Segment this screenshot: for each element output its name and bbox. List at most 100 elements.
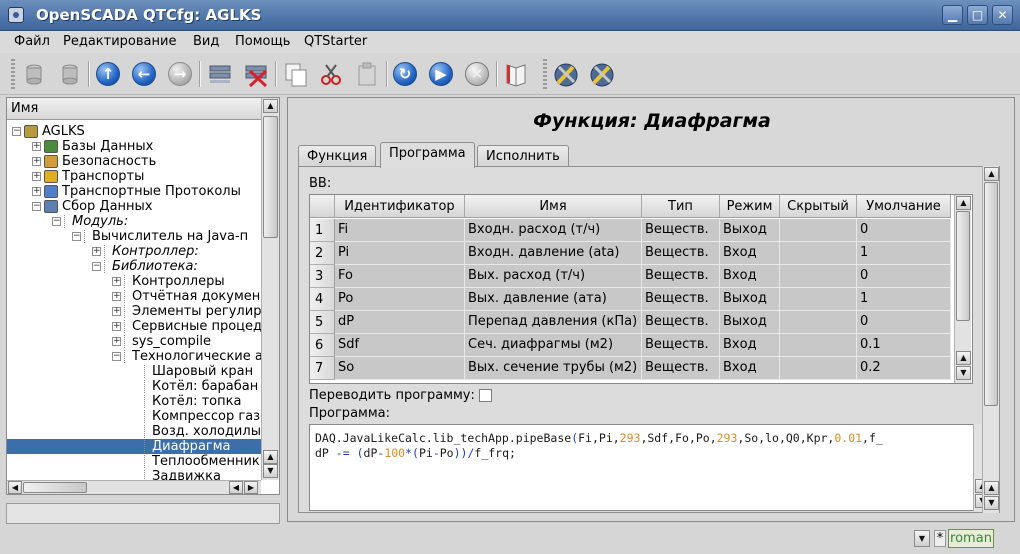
ui-module-button[interactable] (551, 59, 581, 89)
table-cell[interactable]: Входн. расход (т/ч) (465, 219, 642, 242)
tree-item[interactable]: Котёл: барабан (7, 379, 261, 394)
row-header[interactable]: 6 (310, 334, 335, 357)
expand-toggle-icon[interactable]: + (112, 292, 121, 301)
tab-program[interactable]: Программа (380, 142, 475, 168)
table-cell[interactable]: Вход (720, 357, 780, 380)
table-cell[interactable]: Выход (720, 288, 780, 311)
tree-item[interactable]: − Сбор Данных (7, 199, 261, 214)
table-cell[interactable] (780, 219, 857, 242)
tree-item[interactable]: + Отчётная докумен (7, 289, 261, 304)
tree-item[interactable]: Шаровый кран (7, 364, 261, 379)
table-cell[interactable]: Веществ. (642, 242, 720, 265)
table-cell[interactable]: Выход (720, 311, 780, 334)
manual-button[interactable] (501, 59, 531, 89)
table-cell[interactable]: dP (335, 311, 465, 334)
table-cell[interactable]: Fi (335, 219, 465, 242)
table-cell[interactable]: 0.1 (857, 334, 951, 357)
db-load-button[interactable] (19, 59, 49, 89)
scroll-up-button[interactable]: ▲ (956, 351, 971, 365)
dropdown-button[interactable]: ▼ (914, 530, 930, 547)
table-cell[interactable]: Вых. давление (ата) (465, 288, 642, 311)
tab-execute[interactable]: Исполнить (477, 145, 569, 167)
tab-function[interactable]: Функция (298, 145, 377, 167)
table-cell[interactable]: 0 (857, 311, 951, 334)
page-vertical-scrollbar[interactable]: ▲ ▲ ▼ (982, 166, 999, 513)
menu-qtstarter[interactable]: QTStarter (304, 34, 367, 49)
tree-item[interactable]: + Безопасность (7, 154, 261, 169)
expand-toggle-icon[interactable]: + (112, 322, 121, 331)
table-cell[interactable]: Вход (720, 242, 780, 265)
tree-horizontal-scrollbar[interactable]: ◀ ◀ ▶ (7, 480, 261, 494)
expand-toggle-icon[interactable]: + (32, 172, 41, 181)
table-cell[interactable] (780, 265, 857, 288)
scroll-up-button[interactable]: ▲ (956, 196, 971, 210)
column-header[interactable]: Скрытый (780, 195, 857, 218)
table-corner[interactable] (310, 195, 335, 218)
expand-toggle-icon[interactable]: − (12, 127, 21, 136)
table-cell[interactable] (780, 357, 857, 380)
tree-item[interactable]: − Модуль: (7, 214, 261, 229)
close-button[interactable]: ✕ (992, 5, 1013, 25)
expand-toggle-icon[interactable]: − (32, 202, 41, 211)
expand-toggle-icon[interactable]: − (72, 232, 81, 241)
tree-item[interactable]: Диафрагма (7, 439, 261, 454)
table-cell[interactable]: Сеч. диафрагмы (м2) (465, 334, 642, 357)
tree-item[interactable]: + Сервисные процед (7, 319, 262, 334)
table-cell[interactable]: Веществ. (642, 219, 720, 242)
scroll-thumb[interactable] (23, 482, 87, 493)
column-header[interactable]: Имя (465, 195, 642, 218)
program-editor[interactable]: DAQ.JavaLikeCalc.lib_techApp.pipeBase(Fi… (309, 424, 997, 511)
copy-button[interactable] (281, 59, 311, 89)
table-cell[interactable] (780, 242, 857, 265)
ui-module-button-2[interactable] (587, 59, 617, 89)
table-cell[interactable]: Перепад давления (кПа) (465, 311, 642, 334)
scroll-up-button[interactable]: ▲ (984, 167, 999, 181)
table-cell[interactable]: Вход (720, 334, 780, 357)
paste-button[interactable] (352, 59, 382, 89)
table-vertical-scrollbar[interactable]: ▲ ▲ ▼ (954, 195, 971, 383)
scroll-thumb[interactable] (263, 116, 278, 238)
row-header[interactable]: 2 (310, 242, 335, 265)
expand-toggle-icon[interactable]: − (52, 217, 61, 226)
column-header[interactable]: Тип (642, 195, 720, 218)
row-header[interactable]: 7 (310, 357, 335, 380)
tree-item[interactable]: + Контроллер: (7, 244, 261, 259)
table-cell[interactable]: 0 (857, 219, 951, 242)
scroll-down-button[interactable]: ▼ (263, 464, 278, 478)
table-cell[interactable]: So (335, 357, 465, 380)
tree-item[interactable]: + Базы Данных (7, 139, 261, 154)
table-cell[interactable]: Вых. расход (т/ч) (465, 265, 642, 288)
tree-item[interactable]: Компрессор газо (7, 409, 268, 424)
expand-toggle-icon[interactable]: + (32, 157, 41, 166)
row-header[interactable]: 3 (310, 265, 335, 288)
delete-item-button[interactable] (241, 59, 271, 89)
tree-item[interactable]: − Библиотека: (7, 259, 261, 274)
translate-checkbox[interactable] (479, 389, 492, 402)
tree-item[interactable]: + sys_compile (7, 334, 261, 349)
table-cell[interactable]: Веществ. (642, 357, 720, 380)
expand-toggle-icon[interactable]: + (112, 307, 121, 316)
tree-item[interactable]: Котёл: топка (7, 394, 261, 409)
table-cell[interactable]: 0.2 (857, 357, 951, 380)
row-header[interactable]: 4 (310, 288, 335, 311)
db-save-button[interactable] (55, 59, 85, 89)
menu-view[interactable]: Вид (193, 34, 219, 49)
tree-vertical-scrollbar[interactable]: ▲ ▲ ▼ (261, 98, 279, 480)
table-cell[interactable]: Вход (720, 265, 780, 288)
refresh-button[interactable]: ↻ (390, 59, 420, 89)
tree-header[interactable]: Имя (7, 98, 261, 120)
toolbar-grip[interactable] (11, 59, 15, 89)
scroll-thumb[interactable] (984, 182, 998, 406)
table-cell[interactable] (780, 288, 857, 311)
table-cell[interactable]: Pi (335, 242, 465, 265)
user-badge[interactable]: roman (948, 529, 994, 548)
back-button[interactable]: ← (129, 59, 159, 89)
stop-button[interactable]: ✕ (462, 59, 492, 89)
expand-toggle-icon[interactable]: + (112, 277, 121, 286)
maximize-button[interactable]: □ (967, 5, 988, 25)
scroll-down-button[interactable]: ▼ (956, 366, 971, 380)
menu-edit[interactable]: Редактирование (63, 34, 176, 49)
toolbar-grip[interactable] (543, 59, 547, 89)
scroll-down-button[interactable]: ▼ (984, 496, 999, 510)
navigation-tree[interactable]: Имя − AGLKS + Базы Данных + Безопасность + Тран… (6, 97, 280, 495)
